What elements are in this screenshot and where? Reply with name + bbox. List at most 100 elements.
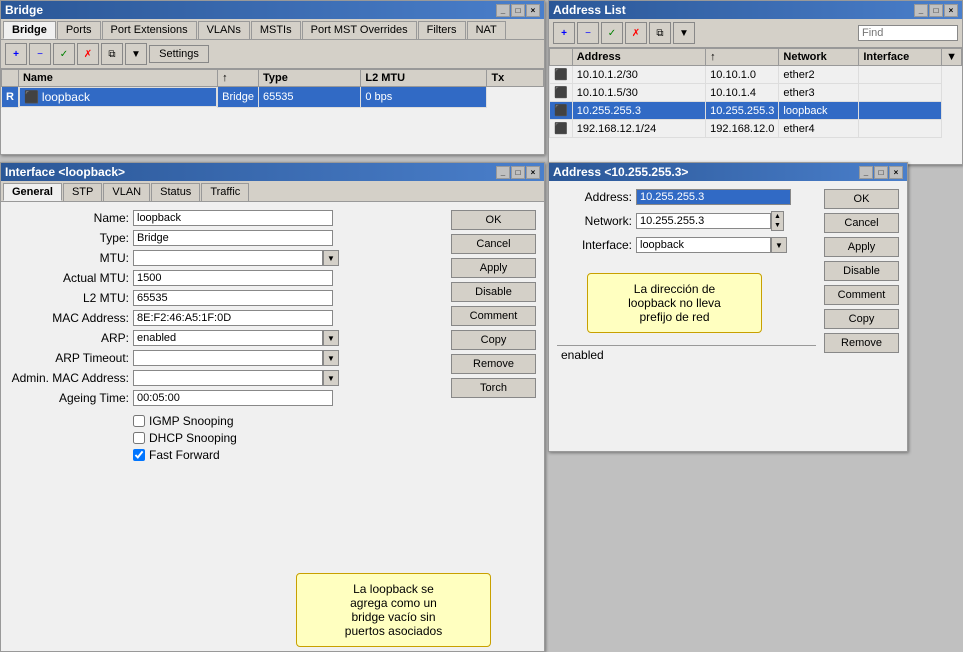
- row-name: ⬛ loopback: [19, 87, 217, 107]
- bridge-minimize-btn[interactable]: _: [496, 4, 510, 17]
- cancel-button[interactable]: Cancel: [451, 234, 536, 254]
- addr-input[interactable]: [636, 189, 791, 205]
- remove-button[interactable]: Remove: [451, 354, 536, 374]
- l2mtu-label: L2 MTU:: [9, 291, 129, 305]
- addr-filter-btn[interactable]: ▼: [673, 22, 695, 44]
- tab-mstis[interactable]: MSTIs: [251, 21, 301, 39]
- address-list-title-buttons: _ □ ×: [914, 4, 958, 17]
- tab-stp[interactable]: STP: [63, 183, 102, 201]
- col-address: Address: [572, 49, 705, 66]
- actual-mtu-input[interactable]: [133, 270, 333, 286]
- field-name-row: Name:: [9, 210, 443, 226]
- address-list-table-container: Address ↑ Network Interface ▼ ⬛ 10.10.1.…: [549, 48, 962, 138]
- addr-enable-btn[interactable]: ✓: [601, 22, 623, 44]
- mac-input[interactable]: [133, 310, 333, 326]
- addrlist-close-btn[interactable]: ×: [944, 4, 958, 17]
- field-arp-timeout-row: ARP Timeout: ▼: [9, 350, 443, 366]
- ok-button[interactable]: OK: [451, 210, 536, 230]
- disable-btn[interactable]: ✗: [77, 43, 99, 65]
- remove-btn[interactable]: −: [29, 43, 51, 65]
- table-row[interactable]: ⬛ 10.10.1.5/30 10.10.1.4 ether3: [550, 84, 962, 102]
- apply-button[interactable]: Apply: [451, 258, 536, 278]
- arp-timeout-input[interactable]: [133, 350, 323, 366]
- add-btn[interactable]: +: [5, 43, 27, 65]
- admin-mac-input[interactable]: [133, 370, 323, 386]
- status-text: enabled: [561, 348, 604, 362]
- tab-vlans[interactable]: VLANs: [198, 21, 250, 39]
- mtu-input[interactable]: [133, 250, 323, 266]
- tab-general[interactable]: General: [3, 183, 62, 201]
- iface-dropdown[interactable]: ▼: [771, 237, 787, 253]
- arp-input[interactable]: [133, 330, 323, 346]
- addr-remove-button[interactable]: Remove: [824, 333, 899, 353]
- row-address: 10.10.1.2/30: [572, 66, 705, 84]
- arp-timeout-dropdown[interactable]: ▼: [323, 350, 339, 366]
- tab-bridge[interactable]: Bridge: [3, 21, 56, 39]
- enable-btn[interactable]: ✓: [53, 43, 75, 65]
- interface-form: Name: Type: MTU: ▼ Actual MTU: L2 MTU:: [9, 210, 443, 465]
- addr-cancel-button[interactable]: Cancel: [824, 213, 899, 233]
- col-tx: Tx: [487, 70, 544, 87]
- row-tx: 0 bps: [361, 87, 487, 108]
- addr-disable-button[interactable]: Disable: [824, 261, 899, 281]
- addr-add-btn[interactable]: +: [553, 22, 575, 44]
- torch-button[interactable]: Torch: [451, 378, 536, 398]
- tab-ports[interactable]: Ports: [57, 21, 101, 39]
- mtu-dropdown[interactable]: ▼: [323, 250, 339, 266]
- disable-button[interactable]: Disable: [451, 282, 536, 302]
- addr-ok-button[interactable]: OK: [824, 189, 899, 209]
- addr-copy-button[interactable]: Copy: [824, 309, 899, 329]
- find-input[interactable]: [858, 25, 958, 41]
- row-network: 10.10.1.4: [706, 84, 779, 102]
- name-input[interactable]: [133, 210, 333, 226]
- comment-button[interactable]: Comment: [451, 306, 536, 326]
- settings-btn[interactable]: Settings: [149, 45, 209, 63]
- fast-forward-checkbox[interactable]: [133, 449, 145, 461]
- copy-btn[interactable]: ⧉: [101, 43, 123, 65]
- arp-dropdown[interactable]: ▼: [323, 330, 339, 346]
- network-spinner[interactable]: ▲ ▼: [771, 211, 784, 231]
- tab-filters[interactable]: Filters: [418, 21, 466, 39]
- table-row[interactable]: ⬛ 10.10.1.2/30 10.10.1.0 ether2: [550, 66, 962, 84]
- igmp-snooping-checkbox[interactable]: [133, 415, 145, 427]
- iface-maximize-btn[interactable]: □: [511, 166, 525, 179]
- addrlist-maximize-btn[interactable]: □: [929, 4, 943, 17]
- iface-minimize-btn[interactable]: _: [496, 166, 510, 179]
- admin-mac-label: Admin. MAC Address:: [9, 371, 129, 385]
- network-field-row: Network: ▲ ▼: [557, 211, 816, 231]
- table-row[interactable]: ⬛ 10.255.255.3 10.255.255.3 loopback: [550, 102, 962, 120]
- interface-title: Interface <loopback>: [5, 165, 125, 179]
- addr-disable-btn[interactable]: ✗: [625, 22, 647, 44]
- copy-button[interactable]: Copy: [451, 330, 536, 350]
- addr-copy-btn[interactable]: ⧉: [649, 22, 671, 44]
- field-admin-mac-row: Admin. MAC Address: ▼: [9, 370, 443, 386]
- addredit-minimize-btn[interactable]: _: [859, 166, 873, 179]
- addr-apply-button[interactable]: Apply: [824, 237, 899, 257]
- network-input[interactable]: [636, 213, 771, 229]
- l2mtu-input[interactable]: [133, 290, 333, 306]
- spin-up[interactable]: ▲: [772, 212, 783, 221]
- ageing-input[interactable]: [133, 390, 333, 406]
- iface-input[interactable]: [636, 237, 771, 253]
- tab-port-mst-overrides[interactable]: Port MST Overrides: [302, 21, 417, 39]
- tab-port-extensions[interactable]: Port Extensions: [102, 21, 197, 39]
- spin-down[interactable]: ▼: [772, 221, 783, 230]
- addr-remove-btn[interactable]: −: [577, 22, 599, 44]
- table-row[interactable]: ⬛ 192.168.12.1/24 192.168.12.0 ether4: [550, 120, 962, 138]
- bridge-maximize-btn[interactable]: □: [511, 4, 525, 17]
- admin-mac-dropdown[interactable]: ▼: [323, 370, 339, 386]
- addr-comment-button[interactable]: Comment: [824, 285, 899, 305]
- tab-nat[interactable]: NAT: [467, 21, 506, 39]
- tab-traffic[interactable]: Traffic: [201, 183, 249, 201]
- filter-btn[interactable]: ▼: [125, 43, 147, 65]
- tab-status[interactable]: Status: [151, 183, 200, 201]
- type-input[interactable]: [133, 230, 333, 246]
- dhcp-snooping-checkbox[interactable]: [133, 432, 145, 444]
- tab-vlan[interactable]: VLAN: [103, 183, 150, 201]
- iface-close-btn[interactable]: ×: [526, 166, 540, 179]
- table-row[interactable]: R ⬛ loopback Bridge 65535 0 bps: [2, 87, 544, 108]
- bridge-close-btn[interactable]: ×: [526, 4, 540, 17]
- addredit-close-btn[interactable]: ×: [889, 166, 903, 179]
- addrlist-minimize-btn[interactable]: _: [914, 4, 928, 17]
- addredit-maximize-btn[interactable]: □: [874, 166, 888, 179]
